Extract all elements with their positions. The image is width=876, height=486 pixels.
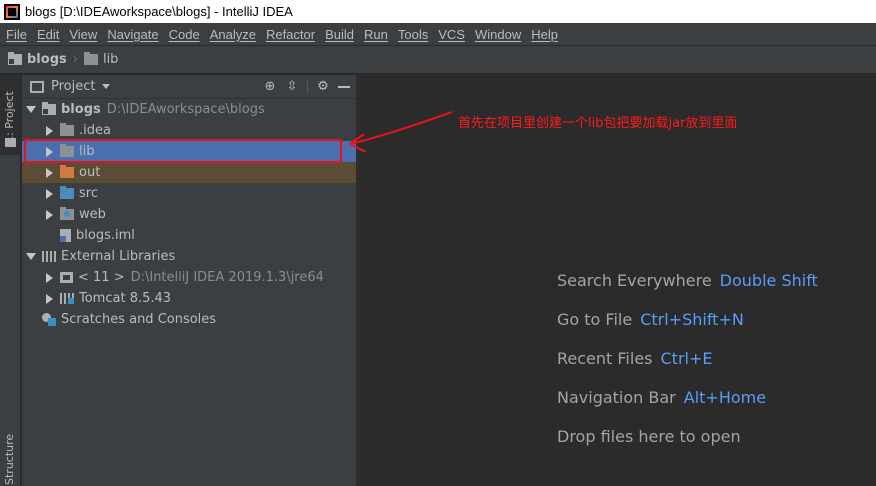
- menu-run[interactable]: Run: [360, 27, 392, 42]
- project-view-selector[interactable]: Project: [51, 79, 95, 94]
- tree-row-external-libraries[interactable]: External Libraries: [22, 246, 356, 267]
- collapse-arrow-icon[interactable]: [44, 294, 54, 304]
- tree-jdk-label: < 11 >: [78, 270, 125, 285]
- collapse-all-icon[interactable]: ⇳: [285, 79, 299, 94]
- folder-icon: [5, 138, 16, 147]
- project-panel-header: Project ⊕ ⇳ ⚙: [22, 75, 356, 99]
- tree-jdk-path: D:\IntelliJ IDEA 2019.1.3\jre64: [130, 270, 324, 285]
- tomcat-library-icon: [60, 293, 74, 304]
- toolbar-divider: [307, 79, 308, 94]
- tree-row-root[interactable]: blogs D:\IDEAworkspace\blogs: [22, 99, 356, 120]
- menu-tools[interactable]: Tools: [394, 27, 432, 42]
- project-view-icon: [30, 80, 44, 93]
- breadcrumb-folder[interactable]: lib: [83, 52, 119, 67]
- hint-search-everywhere: Search Everywhere Double Shift: [557, 271, 818, 290]
- jdk-icon: [60, 272, 73, 283]
- menu-navigate[interactable]: Navigate: [103, 27, 162, 42]
- hint-shortcut: Alt+Home: [683, 388, 767, 407]
- collapse-arrow-icon[interactable]: [44, 126, 54, 136]
- tree-row-src[interactable]: src: [22, 183, 356, 204]
- tree-root-label: blogs: [61, 102, 101, 117]
- scratches-icon: [42, 313, 56, 326]
- annotation-text: 首先在项目里创建一个lib包把要加载jar放到里面: [458, 116, 738, 131]
- excluded-folder-icon: [60, 165, 74, 178]
- expand-arrow-icon[interactable]: [26, 252, 36, 262]
- left-tool-strip: 1: Project Structure: [0, 75, 21, 486]
- source-folder-icon: [60, 186, 74, 199]
- menu-window[interactable]: Window: [471, 27, 525, 42]
- project-panel: Project ⊕ ⇳ ⚙ blogs D:\IDEAworkspace\blo…: [22, 75, 356, 486]
- menu-view[interactable]: View: [65, 27, 101, 42]
- hide-panel-icon[interactable]: [338, 85, 350, 88]
- tree-src-label: src: [79, 186, 98, 201]
- gear-icon[interactable]: ⚙: [316, 79, 330, 94]
- expand-arrow-icon[interactable]: [26, 105, 36, 115]
- hint-shortcut: Double Shift: [719, 271, 818, 290]
- hint-go-to-file: Go to File Ctrl+Shift+N: [557, 310, 744, 329]
- breadcrumb-project-label: blogs: [27, 52, 67, 67]
- breadcrumb-project[interactable]: blogs: [8, 52, 67, 67]
- hint-navigation-bar: Navigation Bar Alt+Home: [557, 388, 767, 407]
- collapse-arrow-icon[interactable]: [44, 189, 54, 199]
- tree-idea-label: .idea: [79, 123, 111, 138]
- panel-toolbar: ⊕ ⇳ ⚙: [263, 79, 356, 94]
- tree-scratches-label: Scratches and Consoles: [61, 312, 217, 327]
- menu-analyze[interactable]: Analyze: [206, 27, 260, 42]
- library-icon: [42, 251, 56, 262]
- chevron-down-icon[interactable]: [102, 84, 111, 89]
- collapse-arrow-icon[interactable]: [44, 210, 54, 220]
- hint-recent-files: Recent Files Ctrl+E: [557, 349, 713, 368]
- hint-shortcut: Ctrl+E: [660, 349, 713, 368]
- structure-tool-tab[interactable]: Structure: [3, 434, 16, 485]
- tree-web-label: web: [79, 207, 106, 222]
- folder-icon: [83, 52, 98, 65]
- menu-bar: File Edit View Navigate Code Analyze Ref…: [0, 23, 876, 45]
- navigation-breadcrumb: blogs › lib: [0, 45, 876, 74]
- annotation-arrow-icon: [349, 111, 453, 153]
- tree-row-scratches[interactable]: Scratches and Consoles: [22, 309, 356, 330]
- web-folder-icon: [60, 207, 74, 220]
- tree-out-label: out: [79, 165, 101, 180]
- breadcrumb-separator-icon: ›: [72, 52, 78, 67]
- tree-row-idea[interactable]: .idea: [22, 120, 356, 141]
- intellij-logo-icon: [4, 3, 20, 20]
- menu-help[interactable]: Help: [527, 27, 562, 42]
- tree-root-path: D:\IDEAworkspace\blogs: [106, 102, 265, 117]
- project-folder-icon: [42, 102, 56, 115]
- hint-shortcut: Ctrl+Shift+N: [640, 310, 744, 329]
- iml-file-icon: [60, 229, 71, 242]
- tree-row-out[interactable]: out: [22, 162, 356, 183]
- project-tool-tab[interactable]: 1: Project: [0, 75, 21, 155]
- title-bar: blogs [D:\IDEAworkspace\blogs] - Intelli…: [0, 0, 876, 23]
- menu-code[interactable]: Code: [165, 27, 204, 42]
- project-tool-tab-label: 1: Project: [3, 91, 16, 143]
- tree-row-web[interactable]: web: [22, 204, 356, 225]
- collapse-arrow-icon[interactable]: [44, 168, 54, 178]
- tree-tomcat-label: Tomcat 8.5.43: [79, 291, 172, 306]
- menu-build[interactable]: Build: [321, 27, 358, 42]
- tree-iml-label: blogs.iml: [76, 228, 135, 243]
- menu-vcs[interactable]: VCS: [434, 27, 469, 42]
- folder-icon: [60, 123, 74, 136]
- tree-row-iml[interactable]: blogs.iml: [22, 225, 356, 246]
- project-folder-icon: [8, 52, 22, 65]
- collapse-arrow-icon[interactable]: [44, 273, 54, 283]
- tree-row-tomcat[interactable]: Tomcat 8.5.43: [22, 288, 356, 309]
- menu-file[interactable]: File: [2, 27, 31, 42]
- window-title: blogs [D:\IDEAworkspace\blogs] - Intelli…: [25, 4, 293, 19]
- locate-icon[interactable]: ⊕: [263, 79, 277, 94]
- hint-drop-files: Drop files here to open: [557, 427, 741, 446]
- menu-edit[interactable]: Edit: [33, 27, 63, 42]
- breadcrumb-folder-label: lib: [102, 52, 119, 67]
- tree-external-libraries-label: External Libraries: [61, 249, 176, 264]
- annotation-highlight-box: [24, 139, 342, 163]
- tree-row-jdk[interactable]: < 11 > D:\IntelliJ IDEA 2019.1.3\jre64: [22, 267, 356, 288]
- menu-refactor[interactable]: Refactor: [262, 27, 319, 42]
